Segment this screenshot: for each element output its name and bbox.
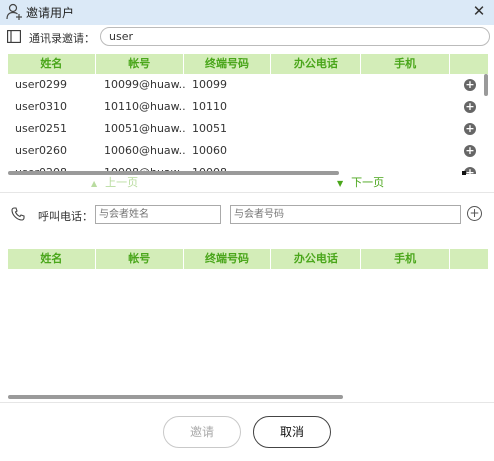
add-participant-icon[interactable]: + (464, 101, 476, 113)
cell-terminal: 10110 (192, 100, 227, 113)
cell-account: 10051@huaw... (104, 122, 186, 135)
contacts-horizontal-scrollbar[interactable] (8, 171, 339, 175)
invite-button[interactable]: 邀请 (163, 416, 241, 448)
column-header-account[interactable]: 帐号 (95, 54, 183, 74)
column-header-office-phone[interactable]: 办公电话 (271, 249, 361, 269)
address-book-label: 通讯录邀请： (29, 32, 95, 45)
add-participant-icon[interactable]: + (464, 123, 476, 135)
title-bar: 邀请用户 ✕ (0, 0, 494, 25)
cancel-button[interactable]: 取消 (253, 416, 331, 448)
next-page-link[interactable]: ▼ 下一页 (337, 176, 384, 190)
cell-account: 10099@huaw... (104, 78, 186, 91)
column-header-action (450, 249, 488, 269)
column-header-account[interactable]: 帐号 (95, 249, 183, 269)
column-header-name[interactable]: 姓名 (8, 249, 95, 269)
address-book-search-input[interactable] (100, 27, 490, 46)
table-row[interactable]: user0260 10060@huaw... 10060 + (8, 140, 478, 162)
column-header-mobile[interactable]: 手机 (361, 54, 450, 74)
add-participant-icon[interactable]: + (464, 145, 476, 157)
invitees-horizontal-scrollbar[interactable] (8, 395, 343, 399)
prev-page-label: 上一页 (105, 176, 139, 189)
cell-terminal: 10051 (192, 122, 227, 135)
call-row: 呼叫电话： + (0, 203, 494, 225)
contacts-table-body: user0299 10099@huaw... 10099 + user0310 … (8, 74, 488, 174)
address-book-row: 通讯录邀请： (0, 26, 494, 48)
column-header-name[interactable]: 姓名 (8, 54, 95, 74)
contacts-vertical-scrollbar[interactable] (484, 74, 488, 96)
cell-name: user0310 (15, 100, 67, 113)
table-row[interactable]: user0251 10051@huaw... 10051 + (8, 118, 478, 140)
cell-name: user0299 (15, 78, 67, 91)
window-title: 邀请用户 (26, 6, 75, 20)
close-icon[interactable]: ✕ (470, 2, 488, 20)
invitees-table-header: 姓名 帐号 终端号码 办公电话 手机 (8, 249, 488, 269)
add-call-icon[interactable]: + (467, 206, 482, 221)
cell-terminal: 10060 (192, 144, 227, 157)
column-header-mobile[interactable]: 手机 (361, 249, 450, 269)
table-row[interactable]: user0299 10099@huaw... 10099 + (8, 74, 478, 96)
column-header-action (450, 54, 488, 74)
column-header-terminal[interactable]: 终端号码 (183, 249, 271, 269)
participant-name-input[interactable] (95, 205, 221, 224)
next-page-label: 下一页 (351, 176, 385, 189)
divider (0, 192, 494, 193)
cell-account: 10060@huaw... (104, 144, 186, 157)
divider (0, 402, 494, 403)
column-header-terminal[interactable]: 终端号码 (183, 54, 271, 74)
chevron-up-icon: ▲ (91, 179, 98, 188)
call-label: 呼叫电话： (38, 210, 93, 223)
cell-name: user0251 (15, 122, 67, 135)
prev-page-link[interactable]: ▲ 上一页 (91, 176, 138, 190)
add-user-icon (6, 3, 22, 20)
cell-terminal: 10099 (192, 78, 227, 91)
phone-icon (11, 207, 25, 221)
chevron-down-icon: ▼ (337, 179, 344, 188)
add-participant-icon[interactable]: + (464, 79, 476, 91)
cell-name: user0260 (15, 144, 67, 157)
column-header-office-phone[interactable]: 办公电话 (271, 54, 361, 74)
table-row[interactable]: user0310 10110@huaw... 10110 + (8, 96, 478, 118)
participant-number-input[interactable] (230, 205, 461, 224)
contacts-table-header: 姓名 帐号 终端号码 办公电话 手机 (8, 54, 488, 74)
cell-account: 10110@huaw... (104, 100, 186, 113)
scroll-corner (462, 171, 466, 175)
address-book-icon (7, 30, 21, 43)
